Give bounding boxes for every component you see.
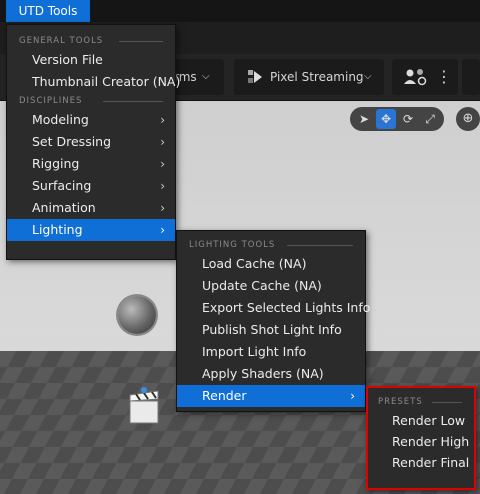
menu-item-label: Thumbnail Creator (NA) xyxy=(32,74,181,89)
chevron-right-icon: › xyxy=(350,389,355,403)
menu-item-animation[interactable]: Animation › xyxy=(7,197,175,219)
menu-item-render[interactable]: Render › xyxy=(177,385,365,407)
chevron-down-icon: ⌵ xyxy=(364,71,372,82)
chevron-right-icon: › xyxy=(160,113,165,127)
menu-item-lighting[interactable]: Lighting › xyxy=(7,219,175,241)
move-icon[interactable]: ✥ xyxy=(376,109,396,129)
camera-actor-icon[interactable] xyxy=(128,387,168,427)
presets-header: PRESETS xyxy=(368,394,474,410)
render-presets-submenu: PRESETS Render Low Render High Render Fi… xyxy=(366,386,476,490)
menu-item-label: Export Selected Lights Info xyxy=(202,300,371,315)
menu-item-import-light-info[interactable]: Import Light Info xyxy=(177,341,365,363)
menu-item-label: Render Low xyxy=(392,413,466,428)
menu-item-label: Render xyxy=(202,388,247,403)
menu-item-label: Set Dressing xyxy=(32,134,112,149)
pixel-streaming-label: Pixel Streaming xyxy=(270,70,364,84)
utd-tools-dropdown: GENERAL TOOLS Version File Thumbnail Cre… xyxy=(6,24,180,260)
select-arrow-icon[interactable]: ➤ xyxy=(354,109,374,129)
menu-item-label: Rigging xyxy=(32,156,80,171)
menu-item-render-final[interactable]: Render Final xyxy=(368,452,474,473)
world-space-icon[interactable]: ⊕ xyxy=(456,107,480,131)
chevron-right-icon: › xyxy=(160,223,165,237)
chevron-right-icon: › xyxy=(160,135,165,149)
menu-item-set-dressing[interactable]: Set Dressing › xyxy=(7,131,175,153)
menu-item-label: Render Final xyxy=(392,455,470,470)
scale-icon[interactable]: ⤢ xyxy=(420,109,440,129)
menu-item-update-cache[interactable]: Update Cache (NA) xyxy=(177,275,365,297)
cinematics-icon[interactable] xyxy=(462,59,480,95)
menubar: UTD Tools xyxy=(0,0,480,22)
menu-item-label: Render High xyxy=(392,434,470,449)
menu-item-label: Update Cache (NA) xyxy=(202,278,322,293)
menu-item-label: Modeling xyxy=(32,112,89,127)
menu-item-export-selected-lights-info[interactable]: Export Selected Lights Info xyxy=(177,297,370,319)
menu-item-modeling[interactable]: Modeling › xyxy=(7,109,175,131)
menu-item-label: Load Cache (NA) xyxy=(202,256,307,271)
chevron-down-icon: ⌵ xyxy=(202,71,210,82)
menu-item-label: Lighting xyxy=(32,222,83,237)
menu-item-publish-shot-light-info[interactable]: Publish Shot Light Info xyxy=(177,319,365,341)
menu-item-label: Surfacing xyxy=(32,178,92,193)
menu-item-rigging[interactable]: Rigging › xyxy=(7,153,175,175)
chevron-right-icon: › xyxy=(160,157,165,171)
menu-item-label: Import Light Info xyxy=(202,344,307,359)
sky-sphere-actor[interactable] xyxy=(118,296,156,334)
menu-item-surfacing[interactable]: Surfacing › xyxy=(7,175,175,197)
chevron-right-icon: › xyxy=(160,201,165,215)
menu-item-label: Publish Shot Light Info xyxy=(202,322,342,337)
general-tools-header: GENERAL TOOLS xyxy=(7,33,175,49)
lighting-tools-header: LIGHTING TOOLS xyxy=(177,237,365,253)
menu-item-label: Animation xyxy=(32,200,96,215)
menu-item-label: Version File xyxy=(32,52,103,67)
menu-item-render-high[interactable]: Render High xyxy=(368,431,474,452)
transform-tools: ➤ ✥ ⟳ ⤢ xyxy=(350,107,444,131)
menu-item-label: Apply Shaders (NA) xyxy=(202,366,324,381)
pixel-streaming-dropdown[interactable]: Pixel Streaming ⌵ xyxy=(234,59,384,95)
rotate-icon[interactable]: ⟳ xyxy=(398,109,418,129)
menu-item-thumbnail-creator[interactable]: Thumbnail Creator (NA) xyxy=(7,71,180,93)
disciplines-header: DISCIPLINES xyxy=(7,93,175,109)
more-options-icon[interactable]: ⋮ xyxy=(436,59,452,95)
settings-group: ⋮ xyxy=(392,59,458,95)
utd-tools-menu[interactable]: UTD Tools xyxy=(6,0,90,22)
menu-item-load-cache[interactable]: Load Cache (NA) xyxy=(177,253,365,275)
menu-item-version-file[interactable]: Version File xyxy=(7,49,175,71)
menu-item-render-low[interactable]: Render Low xyxy=(368,410,474,431)
menu-item-apply-shaders[interactable]: Apply Shaders (NA) xyxy=(177,363,365,385)
lighting-tools-submenu: LIGHTING TOOLS Load Cache (NA) Update Ca… xyxy=(176,230,370,412)
chevron-right-icon: › xyxy=(160,179,165,193)
